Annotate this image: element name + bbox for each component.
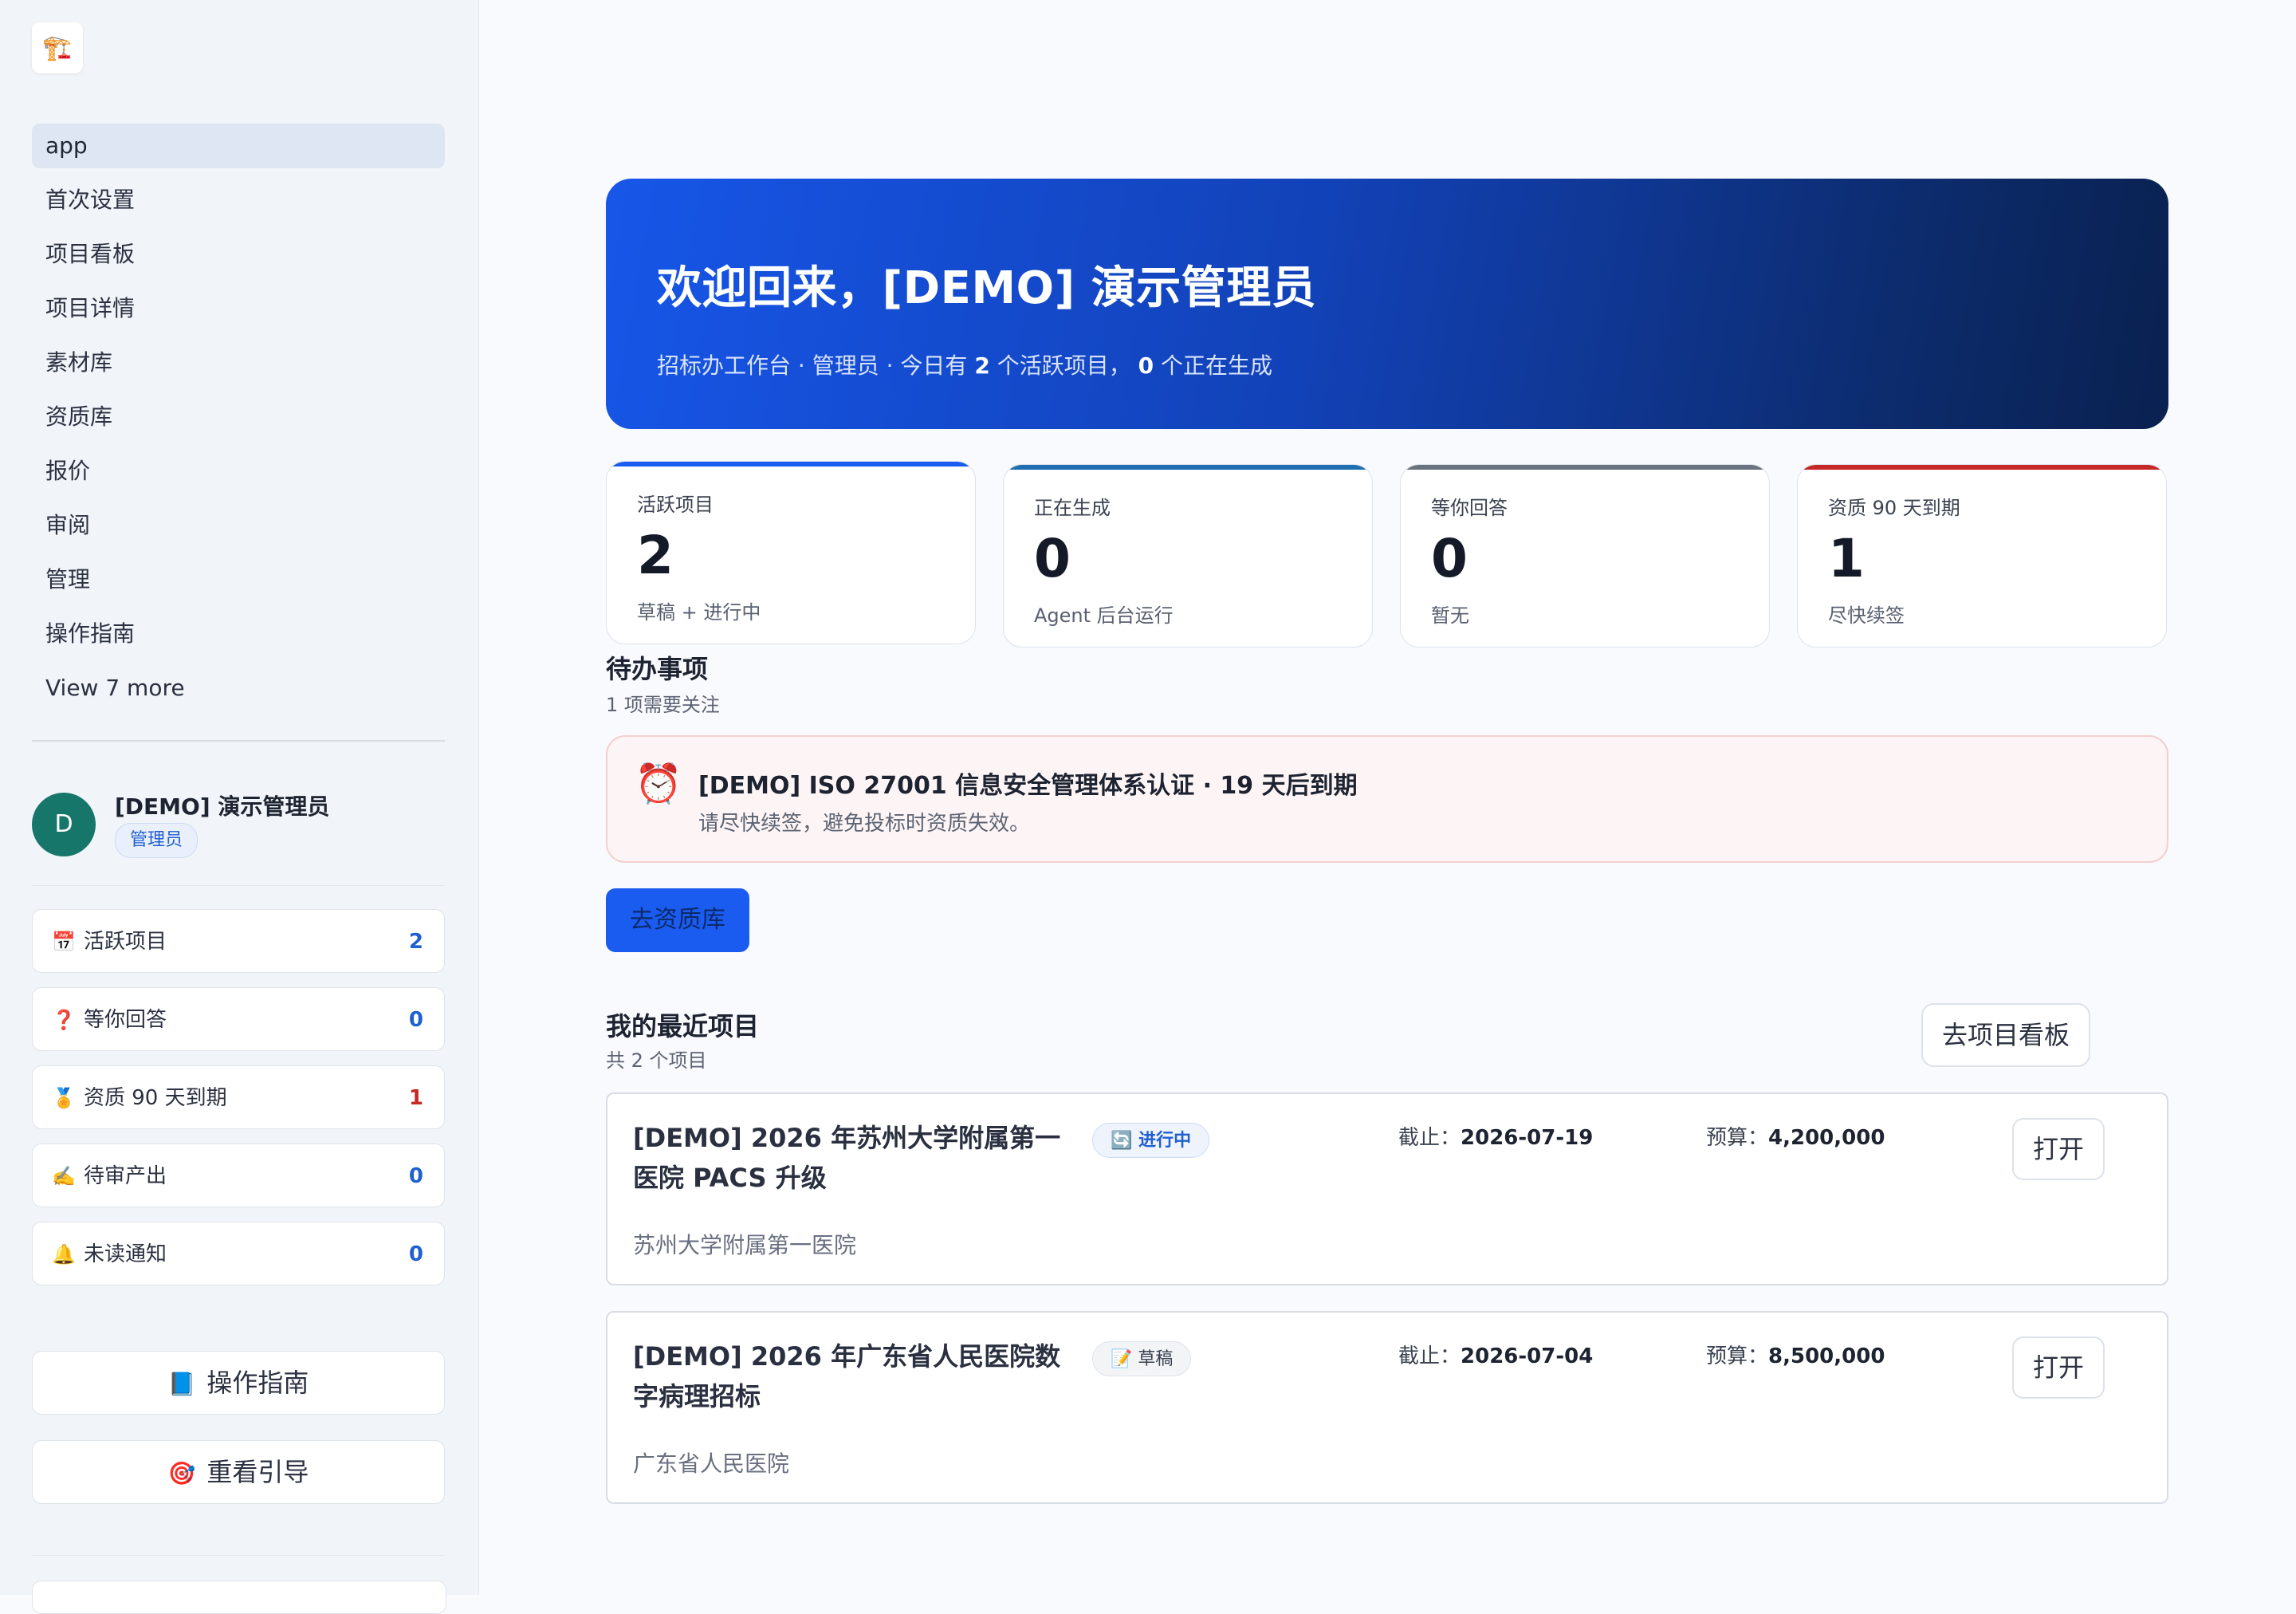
kpi-card-active-projects[interactable]: 活跃项目 2 草稿 + 进行中 <box>606 461 976 644</box>
open-project-button[interactable]: 打开 <box>2012 1336 2105 1399</box>
recent-projects-title: 我的最近项目 <box>606 1011 760 1041</box>
sidebar-item-materials[interactable]: 素材库 <box>32 341 445 385</box>
question-icon: ❓ <box>52 1009 76 1031</box>
kpi-note: 草稿 + 进行中 <box>637 601 761 624</box>
user-panel: D [DEMO] 演示管理员 管理员 <box>32 789 445 861</box>
stat-label: 活跃项目 <box>84 930 167 954</box>
kpi-card-generating[interactable]: 正在生成 0 Agent 后台运行 <box>1003 464 1373 648</box>
kpi-value: 1 <box>1828 528 1865 589</box>
welcome-subtitle: 招标办工作台 · 管理员 · 今日有 2 个活跃项目， 0 个正在生成 <box>657 352 1272 379</box>
sidebar-bottom-card[interactable] <box>32 1581 446 1614</box>
project-deadline: 截止：2026-07-19 <box>1398 1126 1594 1150</box>
project-budget: 预算：8,500,000 <box>1706 1344 1885 1368</box>
stat-pending-review[interactable]: ✍️ 待审产出 0 <box>32 1144 445 1207</box>
project-name[interactable]: [DEMO] 2026 年广东省人民医院数字病理招标 <box>633 1336 1079 1416</box>
bell-icon: 🔔 <box>52 1243 76 1266</box>
replay-tour-button[interactable]: 🎯 重看引导 <box>32 1440 445 1504</box>
stat-unread-notifications[interactable]: 🔔 未读通知 0 <box>32 1222 445 1285</box>
kpi-note: Agent 后台运行 <box>1034 604 1174 627</box>
user-divider <box>32 885 445 886</box>
sidebar: 🏗️ app 首次设置 项目看板 项目详情 素材库 资质库 报价 审阅 管理 操… <box>0 0 479 1614</box>
sidebar-item-quote[interactable]: 报价 <box>32 449 445 494</box>
kpi-card-expiring-qualifications[interactable]: 资质 90 天到期 1 尽快续签 <box>1797 464 2167 648</box>
sidebar-item-project-board[interactable]: 项目看板 <box>32 232 445 277</box>
page-title: 欢迎回来，[DEMO] 演示管理员 <box>657 262 1317 314</box>
project-budget: 预算：4,200,000 <box>1706 1126 1885 1150</box>
kpi-accent-bar <box>1798 465 2166 470</box>
sidebar-item-review[interactable]: 审阅 <box>32 503 445 548</box>
kpi-note: 暂无 <box>1431 604 1469 627</box>
stat-label: 待审产出 <box>84 1164 167 1188</box>
avatar[interactable]: D <box>32 793 96 856</box>
project-name[interactable]: [DEMO] 2026 年苏州大学附属第一医院 PACS 升级 <box>633 1118 1079 1198</box>
kpi-value: 0 <box>1034 528 1071 589</box>
draft-memo-icon: 📝 <box>1111 1349 1133 1369</box>
stat-label: 未读通知 <box>84 1242 167 1266</box>
recent-projects-subtitle: 共 2 个项目 <box>606 1049 707 1072</box>
stat-label: 资质 90 天到期 <box>84 1086 227 1110</box>
stat-count: 0 <box>408 1164 423 1188</box>
todo-title: 待办事项 <box>606 654 709 684</box>
project-org: 广东省人民医院 <box>633 1451 790 1477</box>
book-icon: 📘 <box>167 1371 196 1397</box>
medal-icon: 🏅 <box>52 1087 76 1109</box>
kpi-label: 等你回答 <box>1431 497 1508 519</box>
kpi-value: 2 <box>637 525 674 586</box>
sidebar-item-setup[interactable]: 首次设置 <box>32 178 445 222</box>
replay-tour-label: 重看引导 <box>206 1457 309 1487</box>
project-card[interactable]: [DEMO] 2026 年广东省人民医院数字病理招标 📝 草稿 截止：2026-… <box>606 1311 2168 1504</box>
sidebar-stats: 📅 活跃项目 2 ❓ 等你回答 0 🏅 资质 90 天到期 1 ✍️ 待审产出 … <box>32 909 445 1300</box>
stat-count: 0 <box>408 1242 423 1266</box>
alert-title: [DEMO] ISO 27001 信息安全管理体系认证 · 19 天后到期 <box>698 772 1358 800</box>
stat-expiring-qualifications[interactable]: 🏅 资质 90 天到期 1 <box>32 1065 445 1129</box>
kpi-label: 正在生成 <box>1034 497 1111 519</box>
todo-alert[interactable]: ⏰ [DEMO] ISO 27001 信息安全管理体系认证 · 19 天后到期 … <box>606 735 2168 863</box>
kpi-accent-bar <box>1004 465 1372 470</box>
target-icon: 🎯 <box>167 1460 196 1486</box>
in-progress-icon: 🔄 <box>1111 1131 1133 1151</box>
kpi-value: 0 <box>1431 528 1468 589</box>
sidebar-item-app[interactable]: app <box>32 124 445 168</box>
kpi-note: 尽快续签 <box>1828 604 1905 627</box>
stat-count: 2 <box>408 930 423 954</box>
kpi-label: 资质 90 天到期 <box>1828 497 1960 519</box>
writing-hand-icon: ✍️ <box>52 1165 76 1187</box>
welcome-banner: 欢迎回来，[DEMO] 演示管理员 招标办工作台 · 管理员 · 今日有 2 个… <box>606 179 2168 429</box>
todo-subtitle: 1 项需要关注 <box>606 694 720 716</box>
stat-label: 等你回答 <box>84 1008 167 1032</box>
stat-active-projects[interactable]: 📅 活跃项目 2 <box>32 909 445 973</box>
guide-button[interactable]: 📘 操作指南 <box>32 1351 445 1415</box>
sidebar-divider <box>32 740 445 742</box>
kpi-card-awaiting-answer[interactable]: 等你回答 0 暂无 <box>1400 464 1770 648</box>
sidebar-nav: app 首次设置 项目看板 项目详情 素材库 资质库 报价 审阅 管理 操作指南… <box>32 124 445 720</box>
alarm-clock-icon: ⏰ <box>635 762 682 806</box>
stat-count: 1 <box>408 1086 423 1110</box>
alert-description: 请尽快续签，避免投标时资质失效。 <box>698 812 1031 836</box>
sidebar-view-more[interactable]: View 7 more <box>32 666 445 711</box>
project-org: 苏州大学附属第一医院 <box>633 1232 857 1258</box>
stat-awaiting-answer[interactable]: ❓ 等你回答 0 <box>32 987 445 1051</box>
user-name: [DEMO] 演示管理员 <box>115 793 330 820</box>
stat-count: 0 <box>408 1008 423 1032</box>
go-project-board-button[interactable]: 去项目看板 <box>1921 1003 2090 1067</box>
sidebar-item-project-detail[interactable]: 项目详情 <box>32 286 445 331</box>
status-badge: 🔄 进行中 <box>1092 1123 1210 1158</box>
project-card[interactable]: [DEMO] 2026 年苏州大学附属第一医院 PACS 升级 🔄 进行中 截止… <box>606 1092 2168 1285</box>
calendar-icon: 📅 <box>52 931 76 953</box>
sidebar-item-qualifications[interactable]: 资质库 <box>32 395 445 439</box>
kpi-label: 活跃项目 <box>637 494 714 516</box>
status-badge: 📝 草稿 <box>1092 1341 1192 1376</box>
go-qualifications-button[interactable]: 去资质库 <box>606 888 749 952</box>
kpi-accent-bar <box>607 462 975 466</box>
kpi-accent-bar <box>1401 465 1769 470</box>
project-deadline: 截止：2026-07-04 <box>1398 1344 1594 1368</box>
sidebar-bottom-divider <box>32 1555 445 1556</box>
app-logo-icon[interactable]: 🏗️ <box>32 22 83 73</box>
open-project-button[interactable]: 打开 <box>2012 1118 2105 1180</box>
guide-button-label: 操作指南 <box>206 1368 309 1398</box>
sidebar-item-guide[interactable]: 操作指南 <box>32 612 445 656</box>
sidebar-item-admin[interactable]: 管理 <box>32 557 445 602</box>
user-role-badge: 管理员 <box>115 823 199 858</box>
